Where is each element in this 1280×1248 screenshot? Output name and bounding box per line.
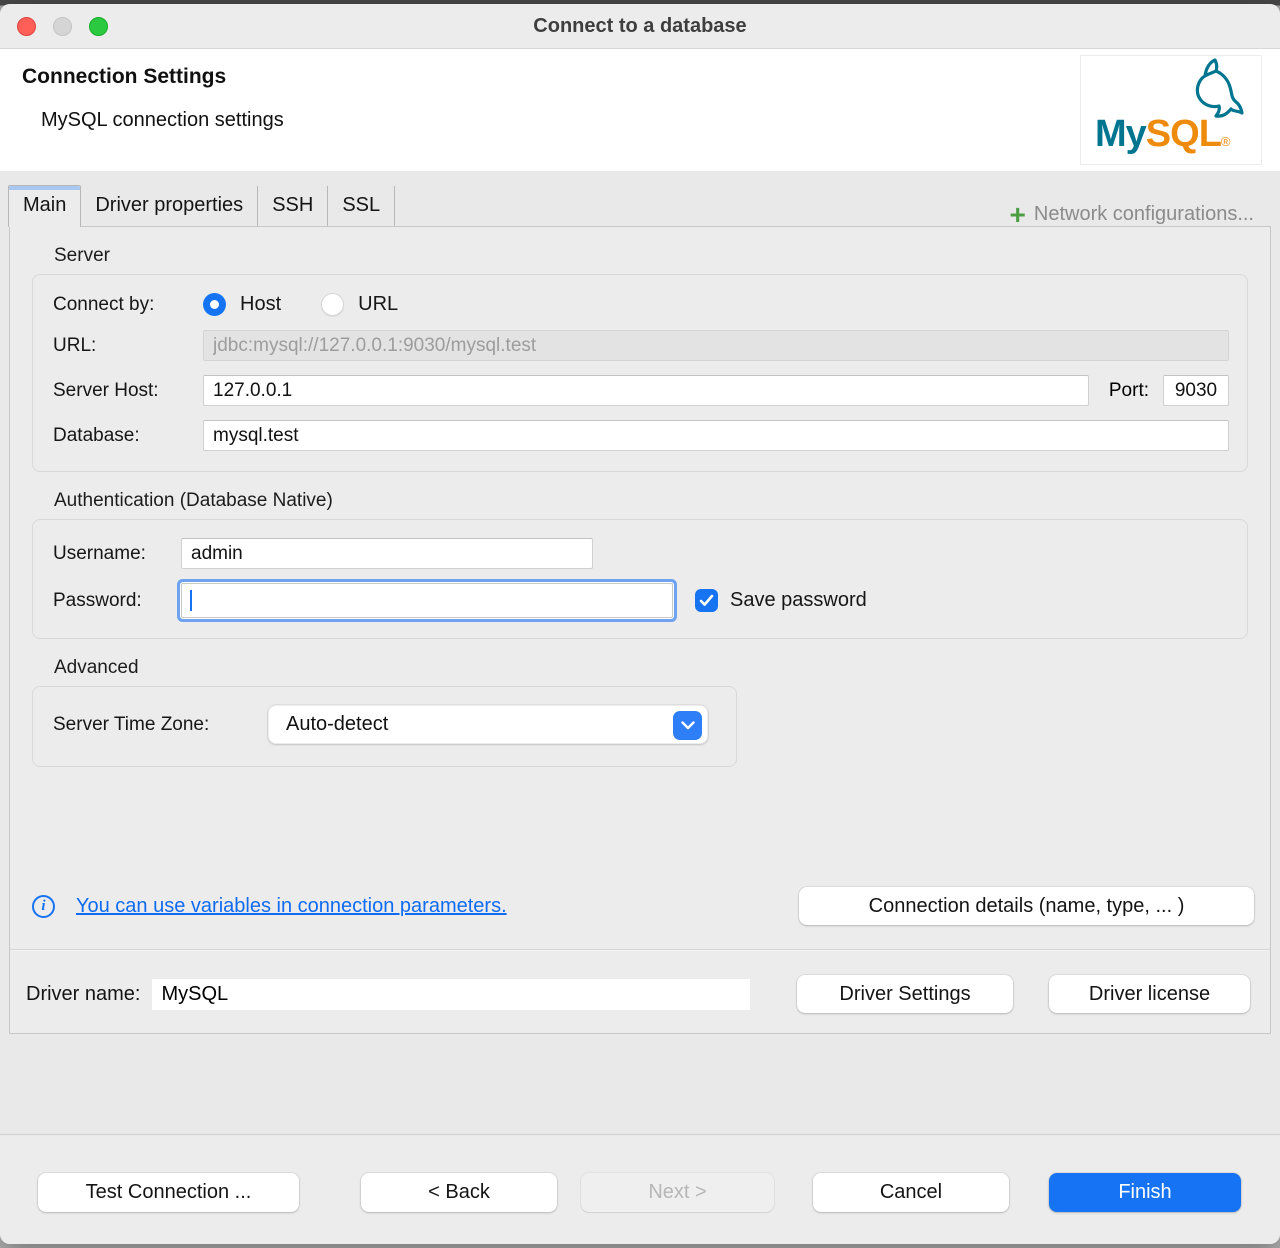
connect-database-dialog: Connect to a database Connection Setting… xyxy=(0,4,1280,1244)
network-configurations-label: Network configurations... xyxy=(1034,203,1254,226)
finish-button[interactable]: Finish xyxy=(1049,1173,1241,1212)
timezone-label: Server Time Zone: xyxy=(53,714,268,736)
window-title: Connect to a database xyxy=(0,4,1280,48)
server-host-label: Server Host: xyxy=(53,380,203,402)
check-icon xyxy=(699,594,714,607)
radio-host-label: Host xyxy=(240,293,281,316)
save-password-checkbox[interactable] xyxy=(695,589,718,612)
mysql-wordmark: MySQL® xyxy=(1095,113,1230,156)
chevron-down-icon xyxy=(673,711,702,740)
panel-footer-gap xyxy=(0,1034,1280,1134)
username-label: Username: xyxy=(53,543,181,565)
info-icon: i xyxy=(32,895,55,918)
network-configurations-link[interactable]: + Network configurations... xyxy=(1010,203,1272,226)
url-input xyxy=(203,330,1229,361)
driver-name-label: Driver name: xyxy=(26,983,140,1006)
tab-driver-properties[interactable]: Driver properties xyxy=(81,186,258,226)
password-field-wrapper xyxy=(181,583,673,618)
password-input[interactable] xyxy=(181,583,673,618)
url-row: URL: xyxy=(53,330,1229,361)
tab-bar: Main Driver properties SSH SSL + Network… xyxy=(0,171,1280,226)
port-label: Port: xyxy=(1109,380,1149,402)
username-row: Username: xyxy=(53,538,1229,569)
connection-details-button[interactable]: Connection details (name, type, ... ) xyxy=(799,887,1254,925)
variables-link[interactable]: You can use variables in connection para… xyxy=(76,895,507,918)
mysql-dolphin-icon xyxy=(1171,58,1245,120)
dialog-header: Connection Settings MySQL connection set… xyxy=(0,49,1280,171)
database-input[interactable] xyxy=(203,420,1229,451)
driver-separator xyxy=(10,949,1270,950)
driver-settings-button[interactable]: Driver Settings xyxy=(797,975,1013,1013)
server-group: Connect by: Host URL URL: Server Host: P… xyxy=(32,274,1248,472)
tab-ssh[interactable]: SSH xyxy=(258,186,328,226)
advanced-group: Server Time Zone: Auto-detect xyxy=(32,686,737,767)
username-input[interactable] xyxy=(181,538,593,569)
timezone-value: Auto-detect xyxy=(286,713,388,736)
radio-url[interactable] xyxy=(321,293,344,316)
text-caret xyxy=(190,590,192,611)
variables-info-row: i You can use variables in connection pa… xyxy=(32,887,1254,925)
traffic-lights xyxy=(17,17,108,36)
driver-name-value: MySQL xyxy=(152,979,750,1010)
timezone-select[interactable]: Auto-detect xyxy=(268,705,708,744)
advanced-group-label: Advanced xyxy=(54,657,1270,679)
server-host-input[interactable] xyxy=(203,375,1089,406)
tab-main[interactable]: Main xyxy=(8,185,81,227)
page-title: Connection Settings xyxy=(22,65,226,89)
cancel-button[interactable]: Cancel xyxy=(813,1173,1009,1212)
plus-icon: + xyxy=(1010,205,1026,225)
save-password-label: Save password xyxy=(730,589,867,612)
url-label: URL: xyxy=(53,335,203,357)
radio-host[interactable] xyxy=(203,293,226,316)
title-bar: Connect to a database xyxy=(0,4,1280,49)
main-tab-panel: Server Connect by: Host URL URL: Server … xyxy=(9,226,1271,1034)
page-subtitle: MySQL connection settings xyxy=(41,109,284,132)
back-button[interactable]: < Back xyxy=(361,1173,557,1212)
database-label: Database: xyxy=(53,425,203,447)
radio-url-label: URL xyxy=(358,293,398,316)
host-row: Server Host: Port: xyxy=(53,375,1229,406)
test-connection-button[interactable]: Test Connection ... xyxy=(38,1173,299,1212)
server-group-label: Server xyxy=(54,245,1270,267)
password-label: Password: xyxy=(53,590,181,612)
database-row: Database: xyxy=(53,420,1229,451)
close-window-button[interactable] xyxy=(17,17,36,36)
timezone-row: Server Time Zone: Auto-detect xyxy=(53,705,718,744)
connect-by-label: Connect by: xyxy=(53,294,203,316)
auth-group-label: Authentication (Database Native) xyxy=(54,490,1270,512)
password-row: Password: Save password xyxy=(53,583,1229,618)
tab-ssl[interactable]: SSL xyxy=(328,186,395,226)
minimize-window-button xyxy=(53,17,72,36)
zoom-window-button[interactable] xyxy=(89,17,108,36)
auth-group: Username: Password: Save password xyxy=(32,519,1248,639)
driver-license-button[interactable]: Driver license xyxy=(1049,975,1250,1013)
driver-row: Driver name: MySQL Driver Settings Drive… xyxy=(26,975,1254,1013)
connect-by-options: Host URL xyxy=(203,293,424,316)
port-input[interactable] xyxy=(1163,375,1229,406)
mysql-logo: MySQL® xyxy=(1080,55,1262,165)
next-button: Next > xyxy=(581,1173,774,1212)
footer-buttons: Test Connection ... < Back Next > Cancel… xyxy=(38,1173,1241,1212)
connect-by-row: Connect by: Host URL xyxy=(53,293,1229,316)
dialog-button-bar: Test Connection ... < Back Next > Cancel… xyxy=(0,1134,1280,1244)
